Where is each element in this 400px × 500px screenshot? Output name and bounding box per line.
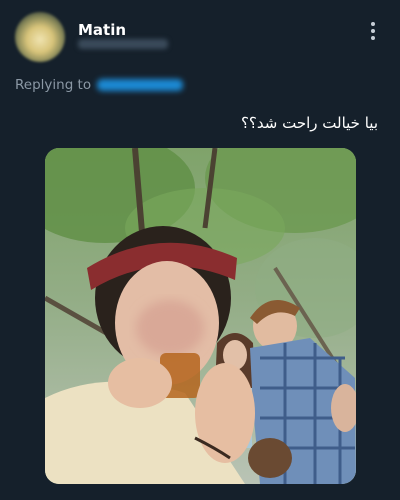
- tweet-media-image[interactable]: [45, 148, 356, 484]
- meme-photo: [45, 148, 356, 484]
- replying-to-mention-blurred[interactable]: [97, 79, 184, 91]
- replying-to: Replying to: [15, 77, 184, 93]
- more-vertical-icon: [371, 22, 375, 40]
- more-options-button[interactable]: [362, 20, 384, 42]
- replying-to-label: Replying to: [15, 77, 92, 93]
- author-name[interactable]: Matin: [78, 21, 126, 39]
- tweet-text: بیا خیالت راحت شد؟؟: [240, 114, 378, 132]
- author-handle-blurred[interactable]: [78, 39, 168, 49]
- avatar[interactable]: [15, 12, 65, 62]
